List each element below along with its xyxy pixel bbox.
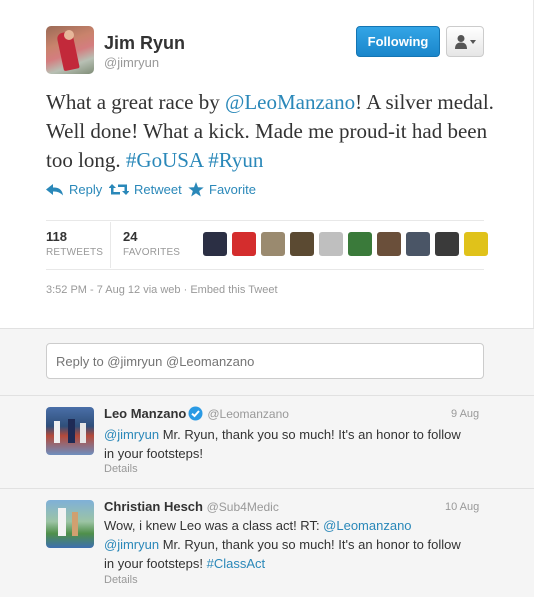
- favoriter-avatar[interactable]: [232, 232, 256, 256]
- favorite-action[interactable]: Favorite: [188, 182, 256, 197]
- user-actions-dropdown[interactable]: [446, 26, 484, 57]
- reply-avatar[interactable]: [46, 407, 94, 455]
- tweet-timestamp[interactable]: 3:52 PM - 7 Aug 12 via web: [46, 284, 181, 296]
- reply-text: Wow, i knew Leo was a class act! RT: @Le…: [104, 516, 464, 573]
- reply-author-name: Leo Manzano: [104, 406, 187, 421]
- verified-badge-icon: [188, 406, 203, 421]
- retweets-label: RETWEETS: [46, 247, 104, 258]
- hashtag-link[interactable]: #Ryun: [208, 148, 263, 172]
- favoriter-avatar[interactable]: [406, 232, 430, 256]
- author-name[interactable]: Jim Ryun: [104, 33, 185, 54]
- mention-link[interactable]: @jimryun: [104, 427, 159, 442]
- reply-avatar[interactable]: [46, 500, 94, 548]
- favorites-count: 24: [123, 229, 138, 244]
- tweet-meta: 3:52 PM - 7 Aug 12 via web · Embed this …: [46, 284, 278, 296]
- stats-divider-bottom: [46, 269, 484, 270]
- reply-icon: [46, 183, 63, 195]
- stats-divider-top: [46, 220, 484, 221]
- reply-label: Reply: [69, 182, 103, 197]
- avatar-figure: [68, 419, 75, 443]
- avatar-figure: [58, 508, 66, 536]
- favorites-stat[interactable]: 24 FAVORITES: [123, 229, 180, 258]
- author-handle[interactable]: @jimryun: [104, 55, 159, 70]
- star-icon: [188, 182, 204, 197]
- favoriter-avatar[interactable]: [377, 232, 401, 256]
- reply-details-link[interactable]: Details: [104, 574, 138, 586]
- reply-author[interactable]: Leo Manzano @Leomanzano: [104, 406, 289, 421]
- avatar-figure: [54, 421, 60, 443]
- reply-divider: [0, 395, 534, 396]
- reply-author-handle: @Leomanzano: [207, 407, 289, 421]
- reply-date[interactable]: 9 Aug: [451, 408, 479, 420]
- favoriter-avatar[interactable]: [290, 232, 314, 256]
- reply-text-part: Wow, i knew Leo was a class act! RT:: [104, 518, 324, 533]
- tweet-text: What a great race by @LeoManzano! A silv…: [46, 88, 496, 175]
- reply-text: @jimryun Mr. Ryun, thank you so much! It…: [104, 425, 464, 463]
- reply-date[interactable]: 10 Aug: [445, 501, 479, 513]
- retweet-label: Retweet: [134, 182, 182, 197]
- reply-action[interactable]: Reply: [46, 182, 102, 197]
- avatar-figure: [72, 512, 78, 536]
- favorite-label: Favorite: [209, 182, 256, 197]
- reply-author[interactable]: Christian Hesch @Sub4Medic: [104, 499, 279, 514]
- reply-author-handle: @Sub4Medic: [206, 500, 279, 514]
- favoriter-avatar[interactable]: [464, 232, 488, 256]
- tweet-card: Jim Ryun @jimryun Following What a great…: [0, 0, 534, 328]
- tweet-text-part: What a great race by: [46, 90, 225, 114]
- meta-separator: ·: [180, 284, 191, 296]
- hashtag-link[interactable]: #ClassAct: [207, 556, 266, 571]
- reply-divider: [0, 488, 534, 489]
- retweets-stat[interactable]: 118 RETWEETS: [46, 229, 103, 258]
- caret-down-icon: [470, 40, 476, 44]
- favorites-label: FAVORITES: [123, 247, 181, 258]
- user-icon: [455, 35, 476, 49]
- mention-link[interactable]: @jimryun: [104, 537, 159, 552]
- favoriter-avatar[interactable]: [319, 232, 343, 256]
- avatar-head-shape: [64, 30, 74, 40]
- retweet-icon: [109, 184, 129, 195]
- retweet-action[interactable]: Retweet: [109, 182, 182, 197]
- reply-input[interactable]: [46, 343, 484, 379]
- hashtag-link[interactable]: #GoUSA: [126, 148, 203, 172]
- mention-link[interactable]: @LeoManzano: [225, 90, 355, 114]
- stats-vertical-divider: [110, 222, 111, 268]
- favoriter-avatar[interactable]: [261, 232, 285, 256]
- favoriter-avatar[interactable]: [348, 232, 372, 256]
- avatar-figure: [80, 423, 86, 443]
- author-avatar[interactable]: [46, 26, 94, 74]
- favoriter-avatar[interactable]: [435, 232, 459, 256]
- reply-author-name: Christian Hesch: [104, 499, 203, 514]
- embed-link[interactable]: Embed this Tweet: [190, 284, 277, 296]
- reply-details-link[interactable]: Details: [104, 463, 138, 475]
- following-button[interactable]: Following: [356, 26, 440, 57]
- favoriter-avatar[interactable]: [203, 232, 227, 256]
- mention-link[interactable]: @Leomanzano: [323, 518, 411, 533]
- retweets-count: 118: [46, 229, 67, 244]
